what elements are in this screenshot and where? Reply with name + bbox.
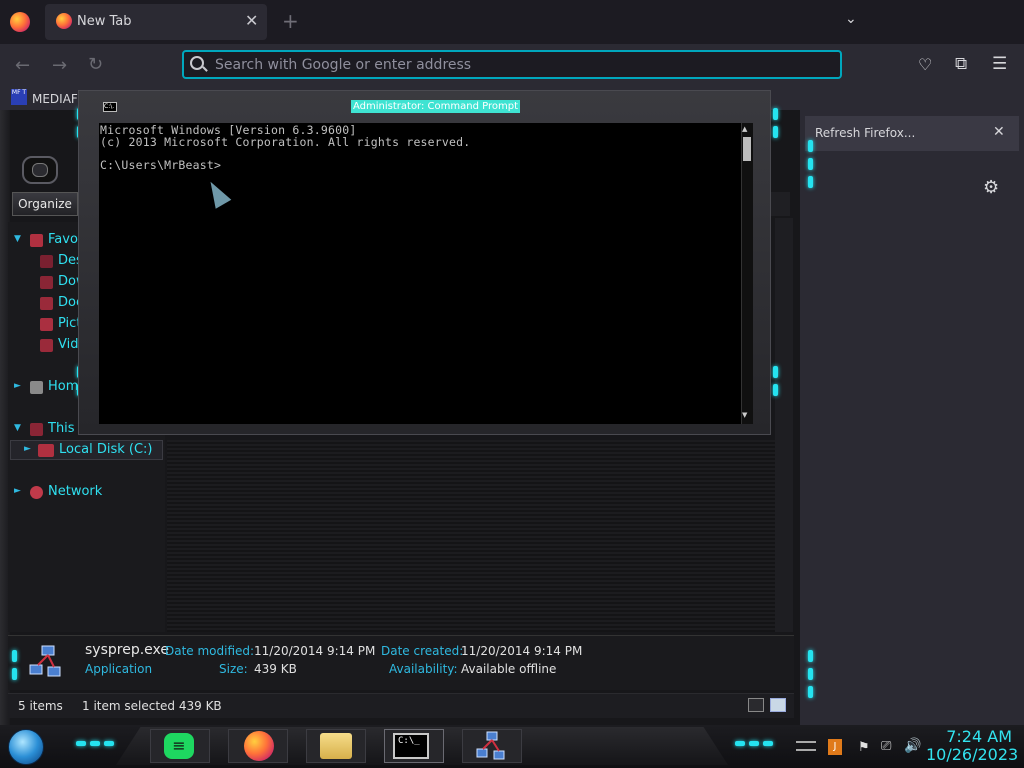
address-input-placeholder[interactable]: Search with Google or enter address bbox=[215, 57, 471, 73]
desktop-icon bbox=[40, 255, 53, 268]
details-file-type: Application bbox=[85, 662, 153, 676]
star-icon bbox=[30, 234, 43, 247]
decor-led bbox=[808, 686, 813, 698]
decor-led bbox=[735, 741, 745, 746]
bookmark-item[interactable]: MEDIAFI bbox=[32, 92, 81, 106]
cmd-window-icon[interactable]: C:\. bbox=[103, 102, 117, 112]
tab-label: New Tab bbox=[77, 14, 132, 29]
details-availability-value: Available offline bbox=[461, 662, 557, 676]
expand-arrow-icon[interactable]: ► bbox=[24, 444, 31, 454]
close-icon[interactable]: ✕ bbox=[993, 124, 1005, 140]
plus-icon[interactable]: + bbox=[282, 9, 299, 33]
gear-icon[interactable]: ⚙ bbox=[983, 177, 999, 198]
homegroup-icon bbox=[30, 381, 43, 394]
expand-arrow-icon[interactable]: ▼ bbox=[14, 423, 21, 433]
status-item-count: 5 items bbox=[18, 699, 63, 713]
refresh-firefox-button[interactable]: Refresh Firefox... bbox=[815, 126, 915, 140]
chevron-down-icon[interactable]: ⌄ bbox=[845, 11, 857, 27]
explorer-scrollbar[interactable] bbox=[775, 218, 793, 632]
decor-led bbox=[808, 140, 813, 152]
clock-time[interactable]: 7:24 AM bbox=[936, 727, 1012, 746]
network-status-icon[interactable]: ⎚ bbox=[881, 739, 891, 754]
java-update-icon[interactable]: J bbox=[828, 739, 842, 755]
scroll-up-icon[interactable]: ▲ bbox=[742, 125, 747, 133]
details-date-created-value: 11/20/2014 9:14 PM bbox=[461, 644, 583, 658]
decor-led bbox=[773, 126, 778, 138]
theme-emblem-core bbox=[32, 163, 48, 177]
decor-led bbox=[808, 668, 813, 680]
decor-led bbox=[763, 741, 773, 746]
details-size-label: Size: bbox=[219, 662, 248, 676]
documents-icon bbox=[40, 297, 53, 310]
details-date-modified-label: Date modified: bbox=[165, 644, 255, 658]
downloads-icon bbox=[40, 276, 53, 289]
details-date-created-label: Date created: bbox=[381, 644, 464, 658]
action-center-flag-icon[interactable]: ⚑ bbox=[858, 740, 870, 755]
pocket-icon[interactable]: ♡ bbox=[918, 55, 932, 74]
forward-icon[interactable]: → bbox=[52, 55, 67, 76]
decor-led bbox=[808, 176, 813, 188]
computer-icon bbox=[30, 423, 43, 436]
file-list-pane[interactable] bbox=[167, 440, 793, 632]
menu-icon[interactable]: ☰ bbox=[992, 54, 1007, 74]
status-selection: 1 item selected 439 KB bbox=[82, 699, 222, 713]
clock-date[interactable]: 10/26/2023 bbox=[926, 745, 1018, 764]
nav-network[interactable]: ► Network bbox=[14, 483, 164, 503]
decor-led bbox=[773, 366, 778, 378]
scroll-down-icon[interactable]: ▼ bbox=[742, 411, 747, 419]
details-date-modified-value: 11/20/2014 9:14 PM bbox=[254, 644, 376, 658]
pictures-icon bbox=[40, 318, 53, 331]
decor-led bbox=[773, 108, 778, 120]
decor-led bbox=[90, 741, 100, 746]
firefox-view-icon[interactable] bbox=[10, 12, 30, 32]
decor-led bbox=[773, 384, 778, 396]
decor-led bbox=[104, 741, 114, 746]
bookmark-favicon: MF T bbox=[11, 89, 27, 105]
back-icon[interactable]: ← bbox=[15, 55, 30, 76]
firefox-page bbox=[794, 110, 1024, 725]
large-icons-view-button[interactable] bbox=[770, 698, 786, 712]
details-availability-label: Availability: bbox=[389, 662, 458, 676]
expand-arrow-icon[interactable]: ► bbox=[14, 381, 21, 391]
expand-arrow-icon[interactable]: ► bbox=[14, 486, 21, 496]
decor-led bbox=[749, 741, 759, 746]
nav-local-disk[interactable]: ► Local Disk (C:) bbox=[24, 441, 164, 461]
spotify-icon: ≡ bbox=[164, 733, 194, 759]
decor-led bbox=[12, 650, 17, 662]
cmd-window-title: Administrator: Command Prompt bbox=[351, 100, 520, 113]
command-prompt-icon: C:\_ bbox=[393, 733, 429, 759]
decor-led bbox=[76, 741, 86, 746]
console-prompt[interactable]: C:\Users\MrBeast> bbox=[100, 158, 221, 172]
organize-button[interactable]: Organize bbox=[12, 192, 78, 216]
firefox-icon bbox=[244, 731, 274, 761]
expand-arrow-icon[interactable]: ▼ bbox=[14, 234, 21, 244]
firefox-logo-icon bbox=[56, 13, 72, 29]
details-size-value: 439 KB bbox=[254, 662, 297, 676]
drive-icon bbox=[38, 444, 54, 457]
decor-led bbox=[12, 668, 17, 680]
cmd-scrollbar[interactable] bbox=[741, 123, 753, 424]
extensions-icon[interactable]: ⧉ bbox=[955, 54, 967, 74]
network-computers-icon bbox=[29, 645, 61, 677]
decor-led bbox=[808, 158, 813, 170]
videos-icon bbox=[40, 339, 53, 352]
details-filename: sysprep.exe bbox=[85, 642, 169, 658]
volume-icon[interactable]: 🔊 bbox=[904, 738, 921, 754]
decor-led bbox=[808, 650, 813, 662]
network-icon bbox=[30, 486, 43, 499]
close-icon[interactable]: ✕ bbox=[245, 11, 258, 30]
start-button[interactable] bbox=[8, 729, 44, 765]
reload-icon[interactable]: ↻ bbox=[88, 54, 103, 75]
file-explorer-icon bbox=[320, 733, 352, 759]
details-view-button[interactable] bbox=[748, 698, 764, 712]
network-icon bbox=[476, 731, 505, 760]
console-line: (c) 2013 Microsoft Corporation. All righ… bbox=[100, 135, 471, 149]
show-hidden-icons-icon[interactable] bbox=[796, 741, 816, 751]
cmd-scrollbar-thumb[interactable] bbox=[743, 137, 751, 161]
